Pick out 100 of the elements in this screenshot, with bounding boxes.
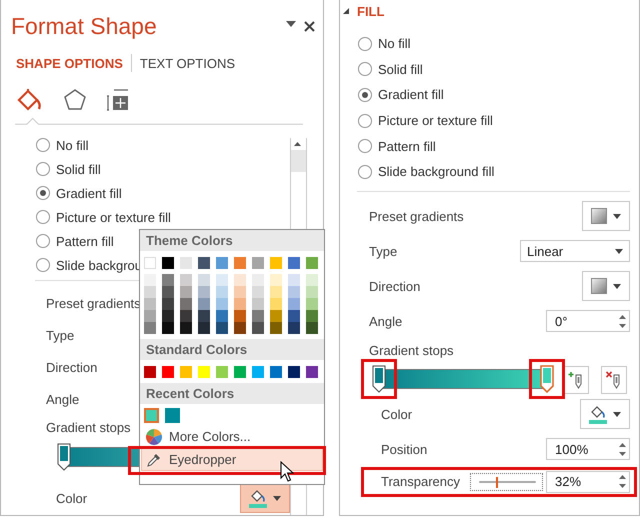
- color-swatch[interactable]: [234, 366, 246, 378]
- color-swatch[interactable]: [234, 310, 246, 322]
- color-swatch[interactable]: [234, 322, 246, 334]
- size-position-icon[interactable]: [107, 88, 129, 112]
- radio-button[interactable]: [36, 186, 50, 200]
- radio-button[interactable]: [358, 139, 372, 154]
- color-swatch[interactable]: [198, 366, 210, 378]
- color-swatch[interactable]: [234, 257, 246, 269]
- color-swatch[interactable]: [180, 366, 192, 378]
- color-swatch[interactable]: [162, 322, 174, 334]
- radio-label[interactable]: Solid fill: [378, 62, 423, 77]
- color-swatch[interactable]: [252, 366, 264, 378]
- color-swatch[interactable]: [180, 298, 192, 310]
- color-swatch[interactable]: [270, 322, 282, 334]
- gradient-stop-handle[interactable]: [372, 364, 386, 393]
- scrollbar-thumb[interactable]: [291, 150, 306, 172]
- color-swatch[interactable]: [180, 322, 192, 334]
- radio-label[interactable]: Slide backgrou: [56, 258, 142, 272]
- color-swatch[interactable]: [288, 274, 300, 286]
- color-swatch[interactable]: [234, 274, 246, 286]
- slider-thumb[interactable]: [496, 476, 498, 488]
- color-swatch[interactable]: [144, 322, 156, 334]
- radio-label[interactable]: Picture or texture fill: [56, 210, 171, 224]
- color-swatch[interactable]: [180, 274, 192, 286]
- color-swatch[interactable]: [162, 310, 174, 322]
- radio-button[interactable]: [36, 210, 50, 224]
- color-swatch[interactable]: [162, 274, 174, 286]
- spin-arrows-icon[interactable]: [619, 314, 626, 328]
- options-tab[interactable]: SHAPE OPTIONS: [16, 56, 123, 70]
- color-swatch[interactable]: [288, 257, 300, 269]
- color-swatch[interactable]: [270, 366, 282, 378]
- transparency-slider[interactable]: [470, 472, 543, 491]
- color-swatch[interactable]: [270, 274, 282, 286]
- color-swatch[interactable]: [216, 310, 228, 322]
- color-swatch[interactable]: [198, 274, 210, 286]
- radio-button[interactable]: [36, 162, 50, 176]
- color-swatch[interactable]: [270, 286, 282, 298]
- color-swatch[interactable]: [180, 310, 192, 322]
- color-swatch[interactable]: [234, 298, 246, 310]
- radio-button[interactable]: [36, 234, 50, 248]
- gradient-stop-handle[interactable]: [540, 364, 554, 393]
- remove-stop-button[interactable]: [601, 366, 627, 394]
- color-swatch[interactable]: [198, 257, 210, 269]
- radio-label[interactable]: Solid fill: [56, 162, 101, 176]
- color-swatch[interactable]: [252, 286, 264, 298]
- color-swatch[interactable]: [198, 286, 210, 298]
- radio-label[interactable]: Slide background fill: [378, 164, 494, 180]
- radio-label[interactable]: No fill: [378, 36, 411, 52]
- color-swatch[interactable]: [216, 322, 228, 334]
- color-swatch[interactable]: [306, 322, 318, 334]
- color-swatch[interactable]: [162, 257, 174, 269]
- radio-button[interactable]: [36, 258, 50, 272]
- color-swatch[interactable]: [306, 310, 318, 322]
- color-swatch[interactable]: [306, 286, 318, 298]
- color-swatch[interactable]: [144, 286, 156, 298]
- menu-item[interactable]: More Colors...: [141, 425, 323, 448]
- color-swatch[interactable]: [306, 274, 318, 286]
- radio-label[interactable]: Pattern fill: [56, 234, 114, 248]
- color-swatch[interactable]: [288, 310, 300, 322]
- color-swatch[interactable]: [306, 298, 318, 310]
- color-swatch[interactable]: [198, 322, 210, 334]
- color-swatch[interactable]: [252, 310, 264, 322]
- close-icon[interactable]: [304, 20, 315, 32]
- color-swatch[interactable]: [252, 322, 264, 334]
- color-swatch[interactable]: [198, 298, 210, 310]
- radio-button[interactable]: [358, 62, 372, 76]
- radio-button[interactable]: [36, 138, 50, 152]
- type-dropdown[interactable]: Linear: [520, 240, 630, 262]
- color-swatch[interactable]: [288, 322, 300, 334]
- color-swatch[interactable]: [288, 366, 300, 378]
- color-swatch[interactable]: [234, 286, 246, 298]
- color-swatch[interactable]: [288, 286, 300, 298]
- color-swatch[interactable]: [144, 298, 156, 310]
- color-swatch[interactable]: [306, 257, 318, 269]
- pentagon-icon[interactable]: [63, 88, 87, 112]
- color-swatch[interactable]: [270, 310, 282, 322]
- color-swatch[interactable]: [198, 310, 210, 322]
- color-swatch[interactable]: [144, 366, 156, 378]
- color-swatch[interactable]: [144, 408, 159, 423]
- options-tab[interactable]: TEXT OPTIONS: [140, 56, 236, 70]
- color-swatch[interactable]: [180, 286, 192, 298]
- radio-label[interactable]: Pattern fill: [378, 138, 436, 154]
- radio-button[interactable]: [358, 36, 372, 51]
- gradient-picker-button[interactable]: [582, 271, 630, 302]
- color-swatch[interactable]: [144, 274, 156, 286]
- color-swatch[interactable]: [288, 298, 300, 310]
- color-swatch[interactable]: [306, 366, 318, 378]
- radio-label[interactable]: Picture or texture fill: [378, 113, 493, 128]
- spin-box[interactable]: 100%: [546, 438, 630, 460]
- radio-label[interactable]: No fill: [56, 138, 89, 152]
- paint-bucket-icon[interactable]: [17, 88, 43, 112]
- color-swatch[interactable]: [252, 274, 264, 286]
- section-header[interactable]: FILL: [357, 4, 384, 18]
- color-swatch[interactable]: [216, 257, 228, 269]
- radio-button[interactable]: [358, 114, 372, 128]
- color-swatch[interactable]: [162, 298, 174, 310]
- color-swatch[interactable]: [270, 257, 282, 269]
- radio-button[interactable]: [358, 88, 372, 102]
- gradient-stop-handle[interactable]: [57, 443, 71, 471]
- color-swatch[interactable]: [144, 310, 156, 322]
